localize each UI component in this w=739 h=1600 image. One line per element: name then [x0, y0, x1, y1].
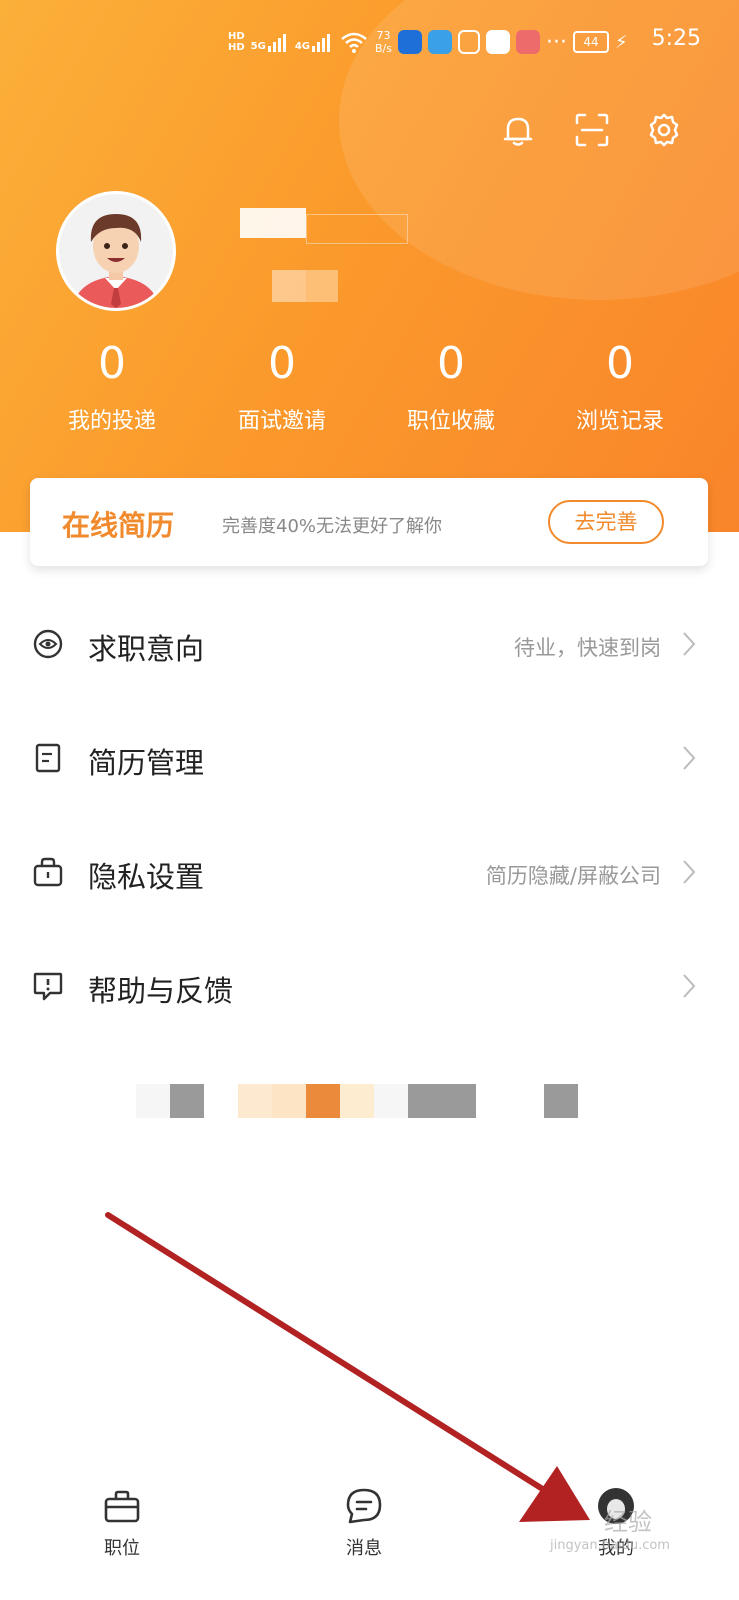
cartoon-man-icon: [73, 214, 159, 308]
tab-label: 职位: [104, 1538, 140, 1559]
stat-label: 职位收藏: [406, 409, 495, 434]
menu-item-job-intention[interactable]: 求职意向 待业，快速到岗: [0, 594, 739, 694]
lock-icon: [33, 857, 63, 887]
stat-label: 浏览记录: [575, 409, 664, 434]
settings-icon[interactable]: [646, 112, 682, 148]
menu-label: 简历管理: [88, 746, 205, 780]
chevron-right-icon: [683, 746, 696, 770]
app-copy-icon: [458, 30, 480, 54]
pixelated-redaction: [136, 1084, 578, 1118]
target-icon: [33, 629, 63, 659]
net-5g-label: 5G: [250, 41, 266, 52]
stat-value: 0: [437, 338, 465, 389]
complete-resume-button[interactable]: 去完善: [548, 500, 664, 544]
status-bar: HD HD 5G 4G 73 B/s ··· 44 ⚡ 5:25: [0, 20, 739, 64]
stat-value: 0: [268, 338, 296, 389]
hd-top-label: HD: [228, 31, 245, 42]
network-speed: 73 B/s: [375, 29, 392, 55]
charging-icon: ⚡: [614, 31, 628, 53]
chevron-right-icon: [683, 974, 696, 998]
user-subtitle-placeholder-2: [306, 270, 338, 302]
help-chat-icon: [33, 972, 63, 1001]
document-icon: [35, 743, 61, 773]
watermark-text: 经验: [604, 1508, 652, 1536]
app-mail-icon: [516, 30, 540, 54]
app-job-icon: [486, 30, 510, 54]
chevron-right-icon: [683, 860, 696, 884]
bell-icon[interactable]: [500, 112, 536, 148]
clock: 5:25: [651, 26, 701, 51]
stat-label: 我的投递: [67, 409, 156, 434]
username-placeholder-frame: [306, 214, 408, 244]
more-status-dots: ···: [546, 29, 567, 55]
chevron-right-icon: [683, 632, 696, 656]
tab-messages[interactable]: 消息: [304, 1486, 424, 1560]
status-indicators: HD HD 5G 4G 73 B/s ··· 44 ⚡: [228, 24, 628, 60]
app-browser-icon: [428, 30, 452, 54]
menu-label: 隐私设置: [88, 860, 205, 894]
username-placeholder: [240, 208, 306, 238]
stat-applications[interactable]: 0 我的投递: [27, 335, 197, 435]
stat-value: 0: [606, 338, 634, 389]
signal-4g-icon: 4G: [295, 32, 333, 52]
stat-history[interactable]: 0 浏览记录: [535, 335, 705, 435]
watermark-url: jingyan.baidu.com: [550, 1538, 670, 1553]
user-avatar[interactable]: [56, 191, 176, 311]
message-icon: [346, 1488, 382, 1524]
signal-5g-icon: 5G: [251, 32, 289, 52]
menu-label: 帮助与反馈: [88, 974, 234, 1008]
hd-indicators: HD HD: [228, 31, 245, 53]
menu-label: 求职意向: [88, 632, 205, 666]
tab-label: 消息: [346, 1538, 382, 1559]
menu-item-help-feedback[interactable]: 帮助与反馈: [0, 936, 739, 1036]
battery-level: 44: [583, 35, 599, 49]
hd-bottom-label: HD: [228, 42, 245, 53]
briefcase-icon: [104, 1490, 140, 1523]
profile-header: HD HD 5G 4G 73 B/s ··· 44 ⚡ 5:25 0 我的投递 …: [0, 0, 739, 532]
resume-card-title: 在线简历: [62, 509, 175, 542]
stat-favorites[interactable]: 0 职位收藏: [366, 335, 536, 435]
wifi-icon: [341, 32, 367, 53]
scan-icon[interactable]: [574, 112, 610, 148]
tab-jobs[interactable]: 职位: [62, 1486, 182, 1560]
stat-interviews[interactable]: 0 面试邀请: [197, 335, 367, 435]
net-4g-label: 4G: [294, 41, 311, 52]
app-lightbulb-icon: [398, 30, 422, 54]
speed-unit: B/s: [375, 42, 392, 55]
battery-icon: 44: [572, 31, 609, 53]
menu-item-resume-management[interactable]: 简历管理: [0, 708, 739, 808]
resume-completion-text: 完善度40%无法更好了解你: [222, 516, 443, 537]
menu-sub-label: 待业，快速到岗: [514, 636, 661, 660]
user-subtitle-placeholder: [272, 270, 306, 302]
menu-sub-label: 简历隐藏/屏蔽公司: [485, 864, 661, 888]
stat-label: 面试邀请: [237, 409, 326, 434]
stat-value: 0: [98, 338, 126, 389]
speed-value: 73: [376, 29, 391, 42]
menu-item-privacy-settings[interactable]: 隐私设置 简历隐藏/屏蔽公司: [0, 822, 739, 922]
online-resume-card[interactable]: 在线简历 完善度40%无法更好了解你 去完善: [30, 478, 708, 566]
